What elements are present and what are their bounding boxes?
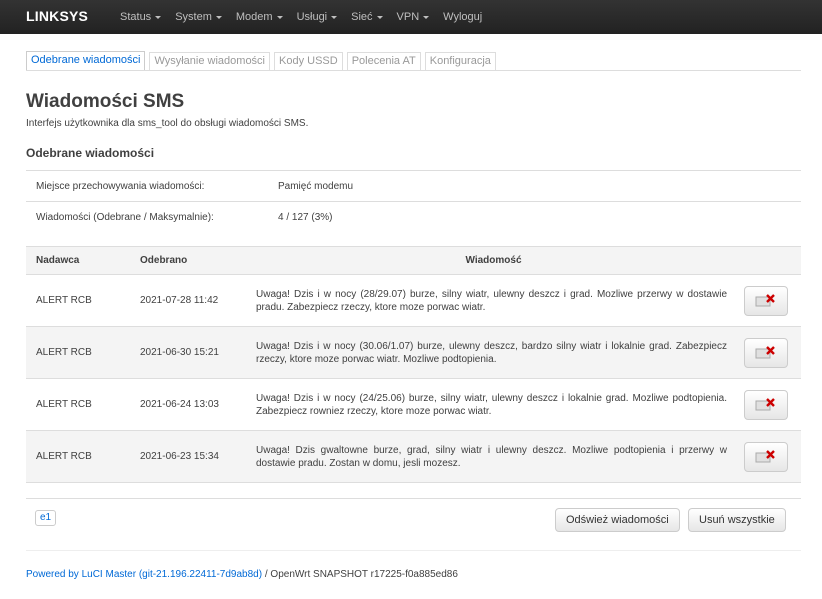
table-row: ALERT RCB 2021-07-28 11:42 Uwaga! Dzis i… xyxy=(26,275,801,327)
cell-actions xyxy=(731,337,801,368)
main-menu: Status System Modem Usługi Sieć VPN Wylo… xyxy=(120,0,496,34)
header-sender: Nadawca xyxy=(36,255,80,266)
menu-label: Wyloguj xyxy=(443,11,483,23)
menu-network[interactable]: Sieć xyxy=(351,11,383,23)
section-title: Odebrane wiadomości xyxy=(26,146,155,160)
cell-message: Uwaga! Dzis i w nocy (28/29.07) burze, s… xyxy=(256,288,727,313)
cell-received: 2021-06-23 15:34 xyxy=(140,451,219,462)
page-description: Interfejs użytkownika dla sms_tool do ob… xyxy=(26,118,309,129)
tab-received-messages[interactable]: Odebrane wiadomości xyxy=(26,51,146,70)
divider xyxy=(26,498,801,499)
cell-sender: ALERT RCB xyxy=(36,399,92,410)
cell-sender: ALERT RCB xyxy=(36,347,92,358)
cell-actions xyxy=(731,389,801,420)
menu-status[interactable]: Status xyxy=(120,11,162,23)
table-header: Nadawca Odebrano Wiadomość xyxy=(26,246,801,275)
menu-label: System xyxy=(175,11,212,23)
cell-sender: ALERT RCB xyxy=(36,451,92,462)
divider xyxy=(26,550,801,551)
menu-label: Status xyxy=(120,11,152,23)
header-message: Wiadomość xyxy=(465,255,522,266)
menu-label: Sieć xyxy=(351,11,373,23)
delete-message-button[interactable] xyxy=(744,337,788,368)
cell-actions xyxy=(731,441,801,472)
cell-received: 2021-06-30 15:21 xyxy=(140,347,219,358)
delete-message-button[interactable] xyxy=(744,389,788,420)
delete-message-icon xyxy=(755,397,775,410)
menu-system[interactable]: System xyxy=(175,11,222,23)
info-row-count: Wiadomości (Odebrane / Maksymalnie): 4 /… xyxy=(26,202,801,233)
table-row: ALERT RCB 2021-06-24 13:03 Uwaga! Dzis i… xyxy=(26,379,801,431)
cell-received: 2021-06-24 13:03 xyxy=(140,399,219,410)
brand-logo[interactable]: LINKSYS xyxy=(26,8,88,24)
tab-ussd-codes[interactable]: Kody USSD xyxy=(274,52,343,70)
info-value: 4 / 127 (3%) xyxy=(278,212,333,223)
menu-vpn[interactable]: VPN xyxy=(397,11,430,23)
caret-down-icon xyxy=(215,16,222,19)
info-value: Pamięć modemu xyxy=(278,180,354,192)
cell-message: Uwaga! Dzis i w nocy (24/25.06) burze, s… xyxy=(256,392,727,417)
menu-logout[interactable]: Wyloguj xyxy=(443,11,482,23)
cell-message: Uwaga! Dzis gwaltowne burze, grad, silny… xyxy=(256,444,727,469)
caret-down-icon xyxy=(376,16,383,19)
messages-table: Nadawca Odebrano Wiadomość ALERT RCB 202… xyxy=(26,246,801,483)
menu-label: Usługi xyxy=(296,11,328,23)
delete-message-icon xyxy=(755,345,775,358)
info-row-storage: Miejsce przechowywania wiadomości: Pamię… xyxy=(26,171,801,202)
menu-label: Modem xyxy=(235,11,273,23)
caret-down-icon xyxy=(423,16,430,19)
cell-actions xyxy=(731,285,801,316)
header-received: Odebrano xyxy=(140,255,188,266)
powered-by-footer: Powered by LuCI Master (git-21.196.22411… xyxy=(26,569,458,580)
menu-services[interactable]: Usługi xyxy=(297,11,338,23)
table-row: ALERT RCB 2021-06-23 15:34 Uwaga! Dzis g… xyxy=(26,431,801,483)
delete-message-button[interactable] xyxy=(744,285,788,316)
tab-at-commands[interactable]: Polecenia AT xyxy=(346,52,421,70)
tab-bar: Odebrane wiadomości Wysyłanie wiadomości… xyxy=(26,51,801,71)
cell-received: 2021-07-28 11:42 xyxy=(140,295,219,306)
cell-message: Uwaga! Dzis i w nocy (30.06/1.07) burze,… xyxy=(256,340,727,365)
delete-message-icon xyxy=(755,293,775,306)
luci-link[interactable]: Powered by LuCI Master (git-21.196.22411… xyxy=(26,569,262,580)
tab-send-messages[interactable]: Wysyłanie wiadomości xyxy=(149,52,271,70)
top-navbar: LINKSYS Status System Modem Usługi Sieć … xyxy=(0,0,822,34)
delete-message-button[interactable] xyxy=(744,441,788,472)
tab-configuration[interactable]: Konfiguracja xyxy=(424,52,496,70)
info-label: Wiadomości (Odebrane / Maksymalnie): xyxy=(36,212,214,223)
openwrt-version: / OpenWrt SNAPSHOT r17225-f0a885ed86 xyxy=(262,569,458,580)
caret-down-icon xyxy=(155,16,162,19)
delete-message-icon xyxy=(755,449,775,462)
cell-sender: ALERT RCB xyxy=(36,295,92,306)
info-label: Miejsce przechowywania wiadomości: xyxy=(36,180,205,192)
menu-modem[interactable]: Modem xyxy=(236,11,283,23)
caret-down-icon xyxy=(276,16,283,19)
menu-label: VPN xyxy=(396,11,420,23)
info-table: Miejsce przechowywania wiadomości: Pamię… xyxy=(26,170,801,233)
refresh-messages-button[interactable]: Odśwież wiadomości xyxy=(555,508,680,532)
page-title: Wiadomości SMS xyxy=(26,91,185,112)
table-row: ALERT RCB 2021-06-30 15:21 Uwaga! Dzis i… xyxy=(26,327,801,379)
device-badge[interactable]: e1 xyxy=(35,510,57,526)
caret-down-icon xyxy=(331,16,338,19)
delete-all-button[interactable]: Usuń wszystkie xyxy=(688,508,786,532)
